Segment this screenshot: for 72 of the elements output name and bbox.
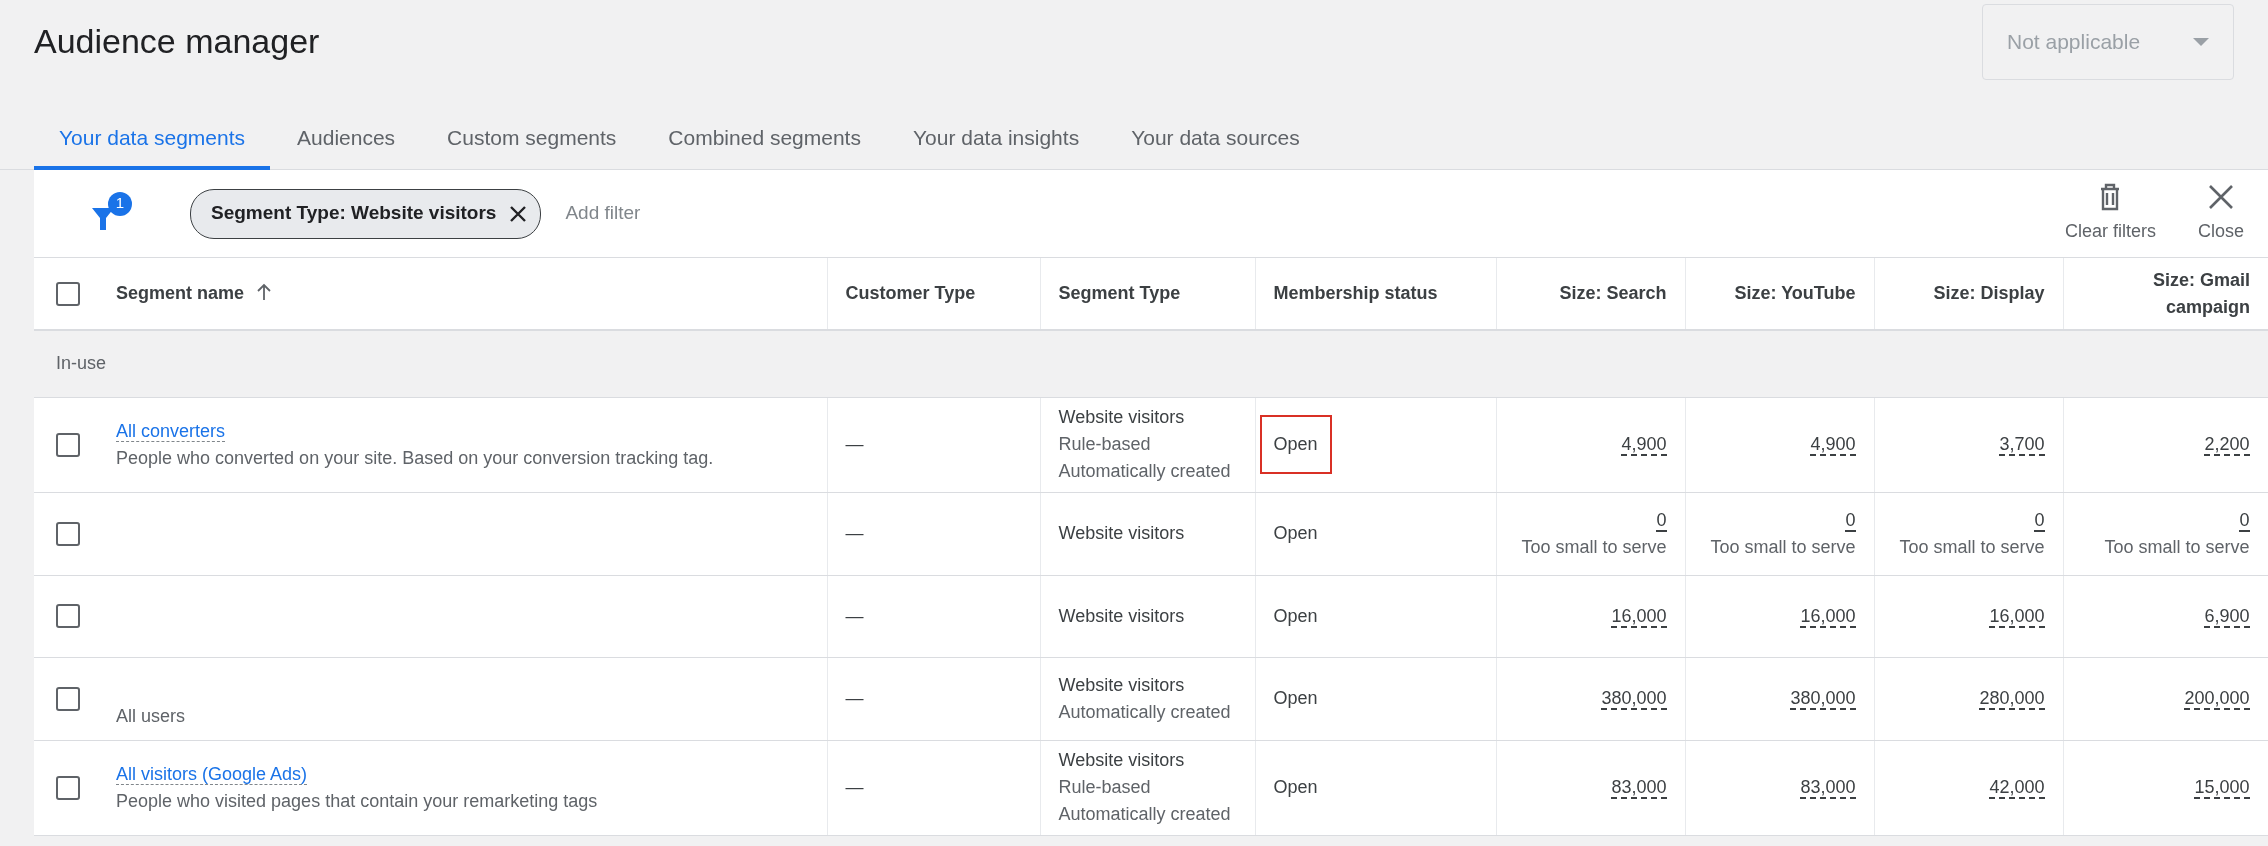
- membership-status: Open: [1272, 522, 1319, 545]
- size-value[interactable]: 15,000: [2194, 777, 2250, 799]
- group-label: In-use: [56, 353, 107, 374]
- membership-status: Open: [1272, 776, 1319, 799]
- segment-type: Automatically created: [1058, 803, 1232, 826]
- size-value[interactable]: 380,000: [1601, 688, 1667, 710]
- size-value[interactable]: 6,900: [2204, 605, 2250, 628]
- tab[interactable]: Custom segments: [422, 110, 642, 170]
- size-value[interactable]: 4,900: [1621, 434, 1667, 456]
- clear-filters-button[interactable]: Clear filters: [2058, 182, 2162, 245]
- membership-status: Open: [1272, 604, 1319, 628]
- segment-type: Rule-based: [1058, 433, 1152, 456]
- membership-status: Open: [1261, 417, 1330, 472]
- size-note: Too small to serve: [2103, 535, 2250, 559]
- segment-name: All users: [116, 704, 187, 728]
- close-icon[interactable]: [508, 203, 529, 224]
- size-value[interactable]: 2,200: [2204, 434, 2250, 456]
- size-value[interactable]: 83,000: [1800, 777, 1856, 799]
- size-value[interactable]: 16,000: [1800, 605, 1856, 628]
- size-value[interactable]: 0: [2034, 509, 2045, 532]
- filter-chip[interactable]: Segment Type: Website visitors: [190, 188, 542, 239]
- close-button[interactable]: Close: [2191, 182, 2250, 245]
- size-value[interactable]: 4,900: [1810, 434, 1856, 456]
- size-value[interactable]: 42,000: [1989, 777, 2045, 799]
- segment-name-link[interactable]: All converters: [116, 420, 226, 442]
- size-value[interactable]: 200,000: [2184, 688, 2250, 710]
- filter-count-badge: 1: [108, 191, 132, 216]
- customer-type: —: [845, 605, 864, 626]
- size-note: Too small to serve: [1709, 535, 1856, 559]
- size-value[interactable]: 83,000: [1611, 777, 1667, 799]
- size-value[interactable]: 0: [1845, 509, 1856, 532]
- segment-type: Rule-based: [1058, 776, 1152, 799]
- tab[interactable]: Audiences: [272, 110, 421, 170]
- size-value[interactable]: 280,000: [1979, 688, 2045, 710]
- tab[interactable]: Combined segments: [643, 110, 886, 170]
- customer-type: —: [845, 434, 864, 454]
- caret-icon: [2193, 38, 2209, 46]
- size-value[interactable]: 3,700: [1999, 434, 2045, 456]
- row-checkbox[interactable]: [56, 432, 80, 457]
- segment-type: Website visitors: [1058, 673, 1186, 697]
- size-value[interactable]: 16,000: [1611, 605, 1667, 628]
- size-value[interactable]: 380,000: [1790, 688, 1856, 710]
- size-value[interactable]: 16,000: [1989, 605, 2045, 628]
- account-dropdown: Not applicable: [1982, 4, 2234, 80]
- row-checkbox[interactable]: [56, 604, 80, 628]
- size-note: Too small to serve: [1520, 535, 1667, 559]
- add-filter-button[interactable]: Add filter: [559, 198, 647, 229]
- customer-type: —: [845, 777, 864, 797]
- select-all-checkbox[interactable]: [56, 281, 80, 306]
- segment-description: People who converted on your site. Based on your conversion tracking tag.: [116, 446, 715, 470]
- row-checkbox[interactable]: [56, 521, 80, 546]
- segment-type: Website visitors: [1058, 604, 1186, 628]
- segment-type: Website visitors: [1058, 749, 1186, 772]
- segment-type: Automatically created: [1058, 460, 1232, 483]
- customer-type: —: [845, 523, 864, 543]
- size-value[interactable]: 0: [1656, 509, 1667, 532]
- segment-type: Automatically created: [1058, 700, 1232, 724]
- tab[interactable]: Your data sources: [1106, 110, 1325, 170]
- segment-description: People who visited pages that contain your remarketing tags: [116, 789, 599, 813]
- segment-name-link[interactable]: All visitors (Google Ads): [116, 763, 308, 785]
- page-title: Audience manager: [34, 21, 320, 62]
- row-checkbox[interactable]: [56, 775, 80, 800]
- size-note: Too small to serve: [1898, 535, 2045, 559]
- filter-chip-label: Segment Type: Website visitors: [211, 201, 497, 226]
- row-checkbox[interactable]: [56, 686, 80, 711]
- segment-type: Website visitors: [1058, 406, 1186, 429]
- sort-arrow-icon[interactable]: [256, 283, 273, 301]
- tab[interactable]: Your data insights: [887, 110, 1105, 170]
- customer-type: —: [845, 688, 864, 708]
- segment-type: Website visitors: [1058, 522, 1186, 545]
- size-value[interactable]: 0: [2239, 509, 2250, 532]
- membership-status: Open: [1272, 687, 1319, 710]
